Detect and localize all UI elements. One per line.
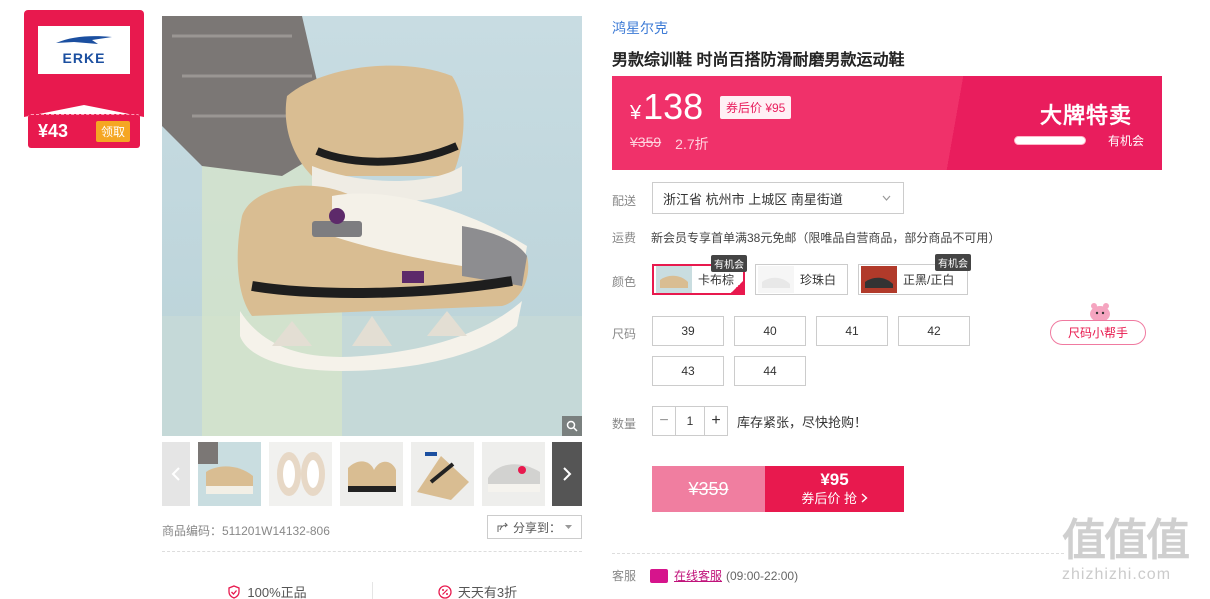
- sku-code: 商品编码：511201W14132-806: [162, 524, 330, 538]
- buy-price: ¥95: [820, 470, 849, 489]
- sneaker-illustration: [162, 16, 582, 436]
- size-option[interactable]: 44: [734, 356, 806, 386]
- buy-coupon-button[interactable]: ¥95 券后价 抢: [765, 466, 904, 512]
- promo-chance: 有机会: [1107, 134, 1144, 148]
- quantity-label: 数量: [612, 417, 637, 431]
- share-button[interactable]: 分享到：: [487, 515, 582, 539]
- color-swatch: [861, 266, 897, 293]
- original-price-row: ¥359 2.7折: [630, 134, 709, 154]
- chevron-down-icon: [882, 195, 891, 201]
- brand-badge[interactable]: ERKE ¥43 领取: [24, 10, 144, 148]
- size-option[interactable]: 39: [652, 316, 724, 346]
- thumb-prev-button[interactable]: [162, 442, 190, 506]
- current-price: ¥ 138: [630, 86, 703, 128]
- quantity-minus-button[interactable]: −: [653, 407, 675, 435]
- stock-warning: 库存紧张，尽快抢购！: [737, 415, 868, 430]
- size-option[interactable]: 41: [816, 316, 888, 346]
- caret-down-icon: [565, 525, 572, 529]
- thumbnail-list: [190, 442, 552, 506]
- chance-tag: 有机会: [935, 254, 971, 271]
- original-price: ¥359: [630, 134, 662, 150]
- color-swatch: [656, 266, 692, 293]
- customer-service-row: 客服 在线客服 (09:00-22:00): [612, 567, 798, 584]
- site-watermark: 值值值 zhizhizhi.com: [1062, 516, 1204, 596]
- watermark-logo: 值值值: [1062, 516, 1190, 565]
- color-swatch: [758, 266, 794, 293]
- magnifier-icon: [566, 420, 578, 432]
- quantity-value[interactable]: 1: [675, 407, 705, 435]
- claim-coupon-button[interactable]: 领取: [95, 121, 130, 142]
- buy-original-price-button[interactable]: ¥359: [652, 466, 765, 512]
- quantity-stepper: − 1 +: [652, 406, 728, 436]
- thumbnail[interactable]: [340, 442, 403, 506]
- size-option[interactable]: 40: [734, 316, 806, 346]
- coupon-price: ¥43: [38, 121, 69, 141]
- divider: [162, 551, 582, 552]
- delivery-label: 配送: [612, 194, 637, 208]
- chevron-right-icon: [563, 467, 572, 481]
- chat-icon: [650, 568, 668, 583]
- buy-label: 券后价 抢: [801, 491, 857, 506]
- thumbnail-strip: [162, 442, 582, 506]
- color-name: 正黑/正白: [903, 273, 955, 287]
- color-option-pearl-white[interactable]: 珍珠白: [755, 264, 848, 295]
- size-helper[interactable]: 尺码小帮手: [1050, 300, 1146, 346]
- thumbnail[interactable]: [482, 442, 545, 506]
- service-label: 客服: [612, 569, 637, 583]
- color-name: 珍珠白: [800, 273, 837, 287]
- after-coupon-tag: 券后价 ¥95: [720, 96, 792, 119]
- watermark-url: zhizhizhi.com: [1062, 566, 1172, 583]
- currency-symbol: ¥: [630, 102, 642, 124]
- thumbnail[interactable]: [411, 442, 474, 506]
- promo-progress-bar: [1014, 136, 1086, 145]
- zoom-button[interactable]: [562, 416, 582, 436]
- chance-tag: 有机会: [711, 255, 747, 272]
- chevron-left-icon: [171, 467, 180, 481]
- guarantee-label: 天天有3折: [457, 585, 518, 599]
- share-label: 分享到：: [512, 520, 561, 535]
- thumbnail[interactable]: [198, 442, 261, 506]
- product-title: 男款综训鞋 时尚百搭防滑耐磨男款运动鞋: [612, 52, 905, 69]
- freight-label: 运费: [612, 231, 637, 245]
- thumbnail[interactable]: [269, 442, 332, 506]
- online-service-link[interactable]: 在线客服: [674, 567, 722, 584]
- shield-check-icon: [228, 584, 241, 599]
- thumb-next-button[interactable]: [552, 442, 582, 506]
- size-option[interactable]: 42: [898, 316, 970, 346]
- brand-coupon[interactable]: ¥43 领取: [28, 114, 140, 148]
- color-name: 卡布棕: [698, 273, 735, 287]
- selected-check-icon: [730, 280, 744, 294]
- pig-mascot-icon: [1090, 303, 1110, 322]
- quantity-plus-button[interactable]: +: [705, 407, 727, 435]
- brand-logo-text: ERKE: [62, 50, 106, 66]
- address-select[interactable]: 浙江省 杭州市 上城区 南星街道: [652, 182, 904, 214]
- color-label: 颜色: [612, 275, 637, 289]
- guarantee-label: 100%正品: [247, 585, 307, 599]
- size-helper-button[interactable]: 尺码小帮手: [1050, 320, 1146, 345]
- erke-swoosh-icon: [56, 36, 112, 44]
- discount-label: 2.7折: [675, 136, 709, 152]
- size-label: 尺码: [612, 327, 637, 341]
- price-value: 138: [643, 86, 704, 127]
- color-option-black-white[interactable]: 正黑/正白 有机会: [858, 254, 971, 295]
- freight-text: 新会员专享首单满38元免邮（限唯品自营商品，部分商品不可用）: [651, 231, 1001, 245]
- buy-label-row: 券后价 抢: [801, 490, 868, 508]
- guarantee-authentic: 100%正品: [162, 582, 372, 599]
- brand-link[interactable]: 鸿星尔克: [612, 18, 668, 38]
- divider: [612, 553, 1064, 554]
- share-icon: [497, 522, 509, 532]
- service-hours: (09:00-22:00): [726, 568, 799, 583]
- promo-title: 大牌特卖: [1039, 103, 1132, 128]
- main-product-image[interactable]: [162, 16, 582, 436]
- percent-icon: [438, 584, 452, 599]
- guarantee-row: 100%正品 天天有3折: [162, 582, 582, 599]
- size-option[interactable]: 43: [652, 356, 724, 386]
- brand-logo-panel: ERKE: [24, 10, 144, 105]
- chevron-right-icon: [861, 493, 868, 503]
- color-option-khaki[interactable]: 卡布棕 有机会: [652, 255, 747, 295]
- address-value: 浙江省 杭州市 上城区 南星街道: [663, 191, 843, 207]
- price-banner: ¥ 138 券后价 ¥95 ¥359 2.7折 大牌特卖 有机会: [612, 76, 1162, 170]
- guarantee-discount: 天天有3折: [372, 582, 582, 599]
- brand-logo: ERKE: [38, 26, 130, 74]
